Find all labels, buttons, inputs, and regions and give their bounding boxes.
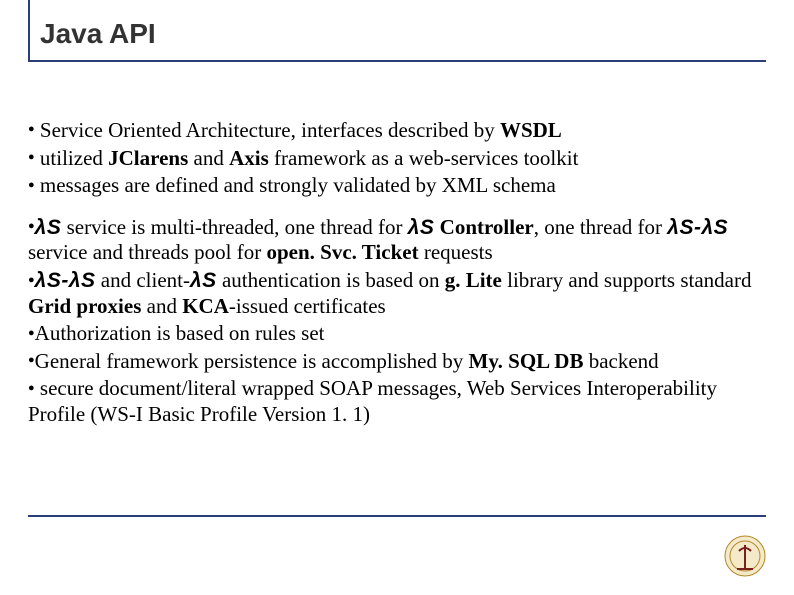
lambda-s: λS: [190, 269, 217, 292]
bullet-icon: ●: [28, 274, 35, 286]
bullet-authorization: ●Authorization is based on rules set: [28, 321, 768, 347]
bottom-rule: [28, 515, 766, 517]
lambda-s: λS: [35, 216, 62, 239]
text: and: [141, 294, 182, 318]
text: service is multi-threaded, one thread fo…: [61, 215, 407, 239]
text-bold: Axis: [229, 146, 269, 170]
text: framework as a web-services toolkit: [269, 146, 579, 170]
slide-title: Java API: [40, 18, 156, 50]
text-bold: g. Lite: [445, 268, 502, 292]
bullet-icon: ●: [28, 179, 35, 191]
text: library and supports standard: [502, 268, 752, 292]
text: backend: [583, 349, 658, 373]
text-bold: open. Svc. Ticket: [267, 240, 419, 264]
bullet-icon: ●: [28, 354, 35, 366]
text: messages are defined and strongly valida…: [35, 173, 556, 197]
title-block: Java API: [40, 18, 156, 50]
text: secure document/literal wrapped SOAP mes…: [28, 376, 717, 426]
bullet-soap: ● secure document/literal wrapped SOAP m…: [28, 376, 768, 427]
text: -issued certificates: [229, 294, 386, 318]
slide: Java API ● Service Oriented Architecture…: [0, 0, 794, 595]
text-bold: KCA: [182, 294, 229, 318]
bullet-soa: ● Service Oriented Architecture, interfa…: [28, 118, 768, 144]
text-bold: WSDL: [500, 118, 562, 142]
lambda-s: λS: [408, 216, 435, 239]
text: authentication is based on: [217, 268, 445, 292]
text-bold: My. SQL DB: [469, 349, 584, 373]
lambda-s: λS-λS: [35, 269, 96, 292]
lambda-s: λS-λS: [667, 216, 728, 239]
text: , one thread for: [534, 215, 668, 239]
title-underline: [28, 60, 766, 62]
text: and: [188, 146, 229, 170]
bullet-icon: ●: [28, 382, 35, 394]
text: utilized: [35, 146, 108, 170]
bullet-icon: ●: [28, 327, 35, 339]
bullet-icon: ●: [28, 220, 35, 232]
title-left-rule: [28, 0, 30, 60]
bullet-multithread: ●λS service is multi-threaded, one threa…: [28, 215, 768, 266]
text-bold: Grid proxies: [28, 294, 141, 318]
bullet-icon: ●: [28, 151, 35, 163]
text-bold: JClarens: [108, 146, 188, 170]
seal-logo: [724, 535, 766, 577]
text: and client-: [96, 268, 190, 292]
spacer: [28, 201, 768, 215]
text: General framework persistence is accompl…: [35, 349, 469, 373]
bullet-icon: ●: [28, 123, 35, 135]
bullet-xml-schema: ● messages are defined and strongly vali…: [28, 173, 768, 199]
text: requests: [419, 240, 493, 264]
slide-body: ● Service Oriented Architecture, interfa…: [28, 118, 768, 430]
bullet-jclarens: ● utilized JClarens and Axis framework a…: [28, 146, 768, 172]
text-bold: Controller: [434, 215, 533, 239]
bullet-auth: ●λS-λS and client-λS authentication is b…: [28, 268, 768, 319]
text: Service Oriented Architecture, interface…: [35, 118, 500, 142]
text: Authorization is based on rules set: [35, 321, 325, 345]
bullet-persistence: ●General framework persistence is accomp…: [28, 349, 768, 375]
text: service and threads pool for: [28, 240, 267, 264]
